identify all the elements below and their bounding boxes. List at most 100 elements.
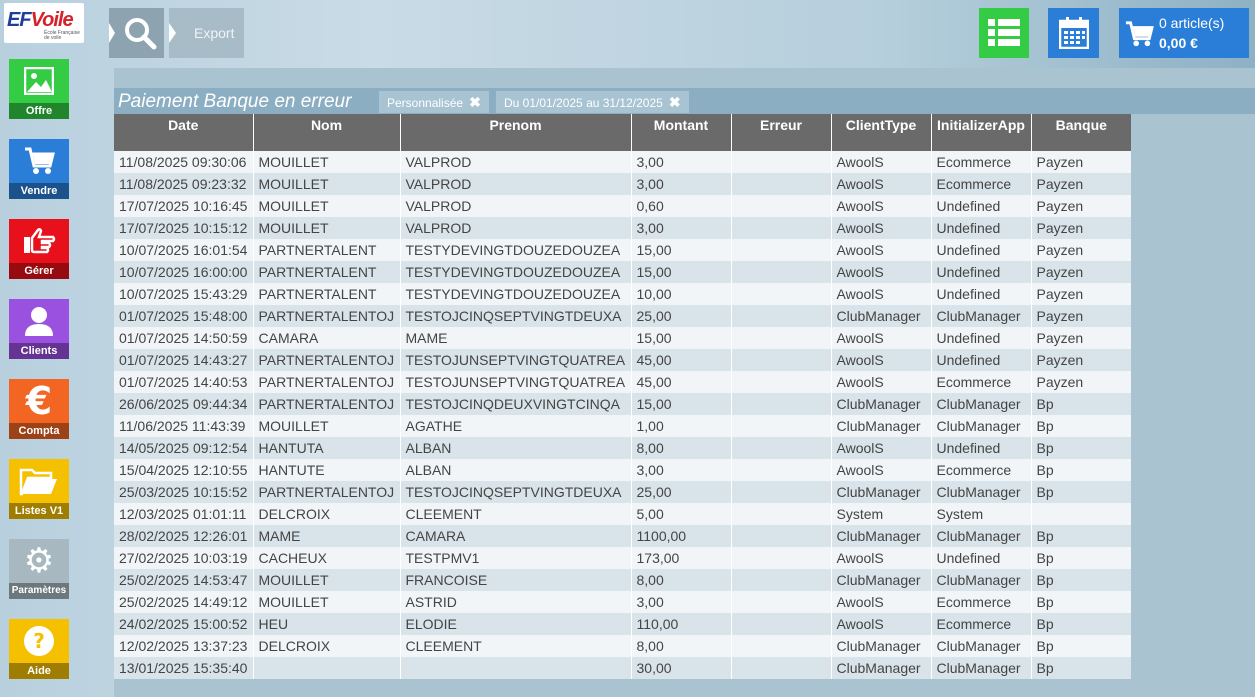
table-row[interactable]: 01/07/2025 14:40:53 PARTNERTALENTOJ TESTOJ… <box>114 371 1131 393</box>
cell-date: 17/07/2025 10:16:45 <box>114 195 254 217</box>
sidebar-item-aide[interactable]: ? Aide <box>9 619 69 679</box>
sidebar-item-parametres[interactable]: ⚙ Paramètres <box>9 539 69 599</box>
cell-nom: MAME <box>253 525 401 547</box>
cell-banque: Payzen <box>1031 217 1131 239</box>
cell-clienttype: AwoolS <box>831 261 932 283</box>
cell-nom <box>253 657 401 679</box>
sidebar-item-compta[interactable]: € Compta <box>9 379 69 439</box>
cell-nom: PARTNERTALENTOJ <box>253 349 401 371</box>
cell-date: 28/02/2025 12:26:01 <box>114 525 254 547</box>
sidebar-item-listes[interactable]: Listes V1 <box>9 459 69 519</box>
cell-erreur <box>731 349 832 371</box>
table-row[interactable]: 10/07/2025 16:00:00 PARTNERTALENT TESTYDEV… <box>114 261 1131 283</box>
cell-prenom: TESTOJCINQSEPTVINGTDEUXA <box>400 481 632 503</box>
hand-pointer-icon <box>9 219 69 263</box>
sidebar-item-vendre[interactable]: Vendre <box>9 139 69 199</box>
table-row[interactable]: 01/07/2025 14:50:59 CAMARA MAME 15,00 AwoolS… <box>114 327 1131 349</box>
cell-montant: 25,00 <box>631 305 732 327</box>
table-row[interactable]: 17/07/2025 10:15:12 MOUILLET VALPROD 3,00 Aw… <box>114 217 1131 239</box>
cell-nom: PARTNERTALENTOJ <box>253 305 401 327</box>
cell-prenom: MAME <box>400 327 632 349</box>
filter-chip-date-range[interactable]: Du 01/01/2025 au 31/12/2025 ✖ <box>496 91 689 113</box>
cell-nom: PARTNERTALENT <box>253 261 401 283</box>
table-row[interactable]: 11/08/2025 09:23:32 MOUILLET VALPROD 3,00 Aw… <box>114 173 1131 195</box>
column-header-montant[interactable]: Montant <box>631 114 732 151</box>
table-row[interactable]: 17/07/2025 10:16:45 MOUILLET VALPROD 0,60 Aw… <box>114 195 1131 217</box>
filter-chip-personnalisee[interactable]: Personnalisée ✖ <box>379 91 489 113</box>
cell-erreur <box>731 613 832 635</box>
cell-banque: Payzen <box>1031 327 1131 349</box>
cell-clienttype: ClubManager <box>831 525 932 547</box>
table-row[interactable]: 24/02/2025 15:00:52 HEU ELODIE 110,00 AwoolS… <box>114 613 1131 635</box>
table-row[interactable]: 10/07/2025 16:01:54 PARTNERTALENT TESTYDEV… <box>114 239 1131 261</box>
table-row[interactable]: 12/02/2025 13:37:23 DELCROIX CLEEMENT 8,00 C… <box>114 635 1131 657</box>
cell-prenom: ELODIE <box>400 613 632 635</box>
sidebar-item-offre[interactable]: Offre <box>9 59 69 119</box>
cell-date: 13/01/2025 15:35:40 <box>114 657 254 679</box>
cell-initializerapp: ClubManager <box>931 415 1032 437</box>
cell-date: 10/07/2025 16:00:00 <box>114 261 254 283</box>
logo-wordmark: EFVoile <box>7 9 74 31</box>
search-button[interactable] <box>109 8 164 58</box>
list-view-button[interactable] <box>979 8 1029 58</box>
cell-clienttype: AwoolS <box>831 437 932 459</box>
cell-clienttype: AwoolS <box>831 459 932 481</box>
column-header-date[interactable]: Date <box>114 114 254 151</box>
table-row[interactable]: 15/04/2025 12:10:55 HANTUTE ALBAN 3,00 Awool… <box>114 459 1131 481</box>
cell-erreur <box>731 635 832 657</box>
column-header-nom[interactable]: Nom <box>253 114 401 151</box>
column-header-initializerapp[interactable]: InitializerApp <box>931 114 1032 151</box>
sidebar-item-gerer[interactable]: Gérer <box>9 219 69 279</box>
close-icon[interactable]: ✖ <box>469 94 481 110</box>
table-row[interactable]: 12/03/2025 01:01:11 DELCROIX CLEEMENT 5,00 S… <box>114 503 1131 525</box>
table-row[interactable]: 01/07/2025 15:48:00 PARTNERTALENTOJ TESTOJ… <box>114 305 1131 327</box>
export-button[interactable]: Export <box>169 8 244 58</box>
sidebar-item-clients[interactable]: Clients <box>9 299 69 359</box>
image-icon <box>9 59 69 103</box>
column-header-erreur[interactable]: Erreur <box>731 114 832 151</box>
close-icon[interactable]: ✖ <box>669 94 681 110</box>
cell-initializerapp: Ecommerce <box>931 613 1032 635</box>
cell-montant: 25,00 <box>631 481 732 503</box>
cell-initializerapp: Ecommerce <box>931 591 1032 613</box>
column-header-clienttype[interactable]: ClientType <box>831 114 932 151</box>
cell-montant: 173,00 <box>631 547 732 569</box>
cell-clienttype: ClubManager <box>831 393 932 415</box>
table-row[interactable]: 14/05/2025 09:12:54 HANTUTA ALBAN 8,00 Awool… <box>114 437 1131 459</box>
cell-erreur <box>731 547 832 569</box>
table-row[interactable]: 25/02/2025 14:49:12 MOUILLET ASTRID 3,00 Awo… <box>114 591 1131 613</box>
cell-erreur <box>731 371 832 393</box>
column-header-banque[interactable]: Banque <box>1031 114 1131 151</box>
cell-clienttype: ClubManager <box>831 569 932 591</box>
cell-date: 11/08/2025 09:30:06 <box>114 151 254 173</box>
cell-clienttype: AwoolS <box>831 349 932 371</box>
calendar-button[interactable] <box>1048 8 1099 58</box>
cell-banque: Payzen <box>1031 173 1131 195</box>
column-header-prenom[interactable]: Prenom <box>400 114 632 151</box>
cell-montant: 1100,00 <box>631 525 732 547</box>
cell-initializerapp: ClubManager <box>931 481 1032 503</box>
table-row[interactable]: 01/07/2025 14:43:27 PARTNERTALENTOJ TESTOJ… <box>114 349 1131 371</box>
table-row[interactable]: 11/06/2025 11:43:39 MOUILLET AGATHE 1,00 Clu… <box>114 415 1131 437</box>
cell-initializerapp: Undefined <box>931 547 1032 569</box>
cell-prenom: TESTYDEVINGTDOUZEDOUZEA <box>400 261 632 283</box>
cell-banque: Bp <box>1031 481 1131 503</box>
cart-button[interactable]: 0 article(s) 0,00 € <box>1119 8 1249 58</box>
table-row[interactable]: 25/02/2025 14:53:47 MOUILLET FRANCOISE 8,00… <box>114 569 1131 591</box>
cell-erreur <box>731 151 832 173</box>
table-row[interactable]: 27/02/2025 10:03:19 CACHEUX TESTPMV1 173,00… <box>114 547 1131 569</box>
table-row[interactable]: 28/02/2025 12:26:01 MAME CAMARA 1100,00 Club… <box>114 525 1131 547</box>
cell-nom: MOUILLET <box>253 195 401 217</box>
cell-montant: 3,00 <box>631 591 732 613</box>
cell-erreur <box>731 305 832 327</box>
cell-prenom: VALPROD <box>400 173 632 195</box>
table-row[interactable]: 26/06/2025 09:44:34 PARTNERTALENTOJ TESTOJ… <box>114 393 1131 415</box>
table-row[interactable]: 25/03/2025 10:15:52 PARTNERTALENTOJ TESTOJ… <box>114 481 1131 503</box>
table-row[interactable]: 11/08/2025 09:30:06 MOUILLET VALPROD 3,00 Aw… <box>114 151 1131 173</box>
logo[interactable]: EFVoile École Française de voile <box>4 3 84 43</box>
table-row[interactable]: 13/01/2025 15:35:40 30,00 ClubManager ClubM… <box>114 657 1131 679</box>
logo-subtitle: École Française de voile <box>44 30 80 41</box>
cell-nom: MOUILLET <box>253 591 401 613</box>
table-row[interactable]: 10/07/2025 15:43:29 PARTNERTALENT TESTYDEV… <box>114 283 1131 305</box>
gear-icon: ⚙ <box>23 541 55 581</box>
